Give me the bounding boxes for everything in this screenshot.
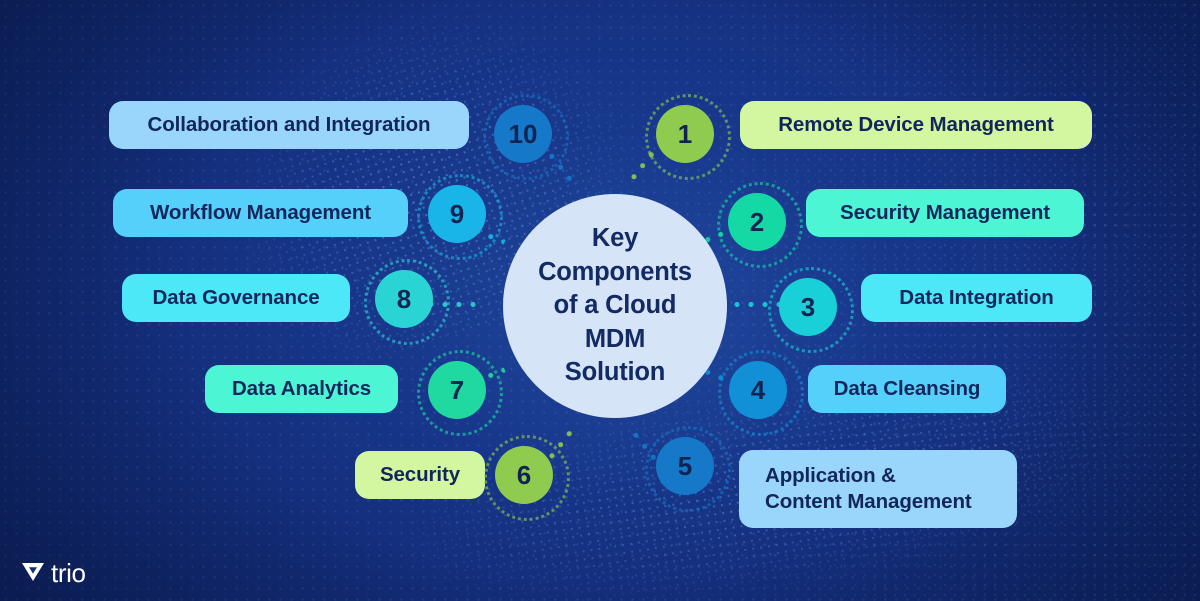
step-number-7[interactable]: 7 xyxy=(417,350,503,436)
step-number-label: 4 xyxy=(750,374,766,405)
step-number-label: 8 xyxy=(396,283,412,314)
step-number-5[interactable]: 5 xyxy=(645,426,731,512)
component-pill-4[interactable]: Data Cleansing xyxy=(808,365,1006,413)
step-number-label: 7 xyxy=(449,374,465,405)
triangle-logo-icon xyxy=(18,556,48,591)
component-pill-5[interactable]: Application & Content Management xyxy=(739,450,1017,528)
step-number-4[interactable]: 4 xyxy=(718,350,804,436)
infographic-canvas: Key Components of a Cloud MDM Solution 1… xyxy=(0,0,1200,601)
step-number-2[interactable]: 2 xyxy=(717,182,803,268)
step-number-label: 2 xyxy=(749,206,765,237)
step-number-label: 10 xyxy=(508,118,538,149)
component-pill-8[interactable]: Data Governance xyxy=(122,274,350,322)
step-number-3[interactable]: 3 xyxy=(768,267,854,353)
step-number-label: 6 xyxy=(516,459,532,490)
step-number-label: 1 xyxy=(677,118,693,149)
step-number-8[interactable]: 8 xyxy=(364,259,450,345)
component-pill-6[interactable]: Security xyxy=(355,451,485,499)
step-number-9[interactable]: 9 xyxy=(417,174,503,260)
step-number-1[interactable]: 1 xyxy=(645,94,731,180)
hub-title: Key Components of a Cloud MDM Solution xyxy=(538,223,692,387)
step-number-label: 5 xyxy=(677,450,693,481)
step-number-label: 9 xyxy=(449,198,465,229)
component-pill-7[interactable]: Data Analytics xyxy=(205,365,398,413)
component-pill-10[interactable]: Collaboration and Integration xyxy=(109,101,469,149)
logo-wordmark: trio xyxy=(51,558,86,588)
step-number-6[interactable]: 6 xyxy=(484,435,570,521)
component-pill-3[interactable]: Data Integration xyxy=(861,274,1092,322)
center-hub: Key Components of a Cloud MDM Solution xyxy=(503,194,727,418)
trio-logo: trio xyxy=(18,556,86,591)
step-number-label: 3 xyxy=(800,291,816,322)
step-number-10[interactable]: 10 xyxy=(483,94,569,180)
component-pill-1[interactable]: Remote Device Management xyxy=(740,101,1092,149)
component-pill-2[interactable]: Security Management xyxy=(806,189,1084,237)
component-pill-9[interactable]: Workflow Management xyxy=(113,189,408,237)
